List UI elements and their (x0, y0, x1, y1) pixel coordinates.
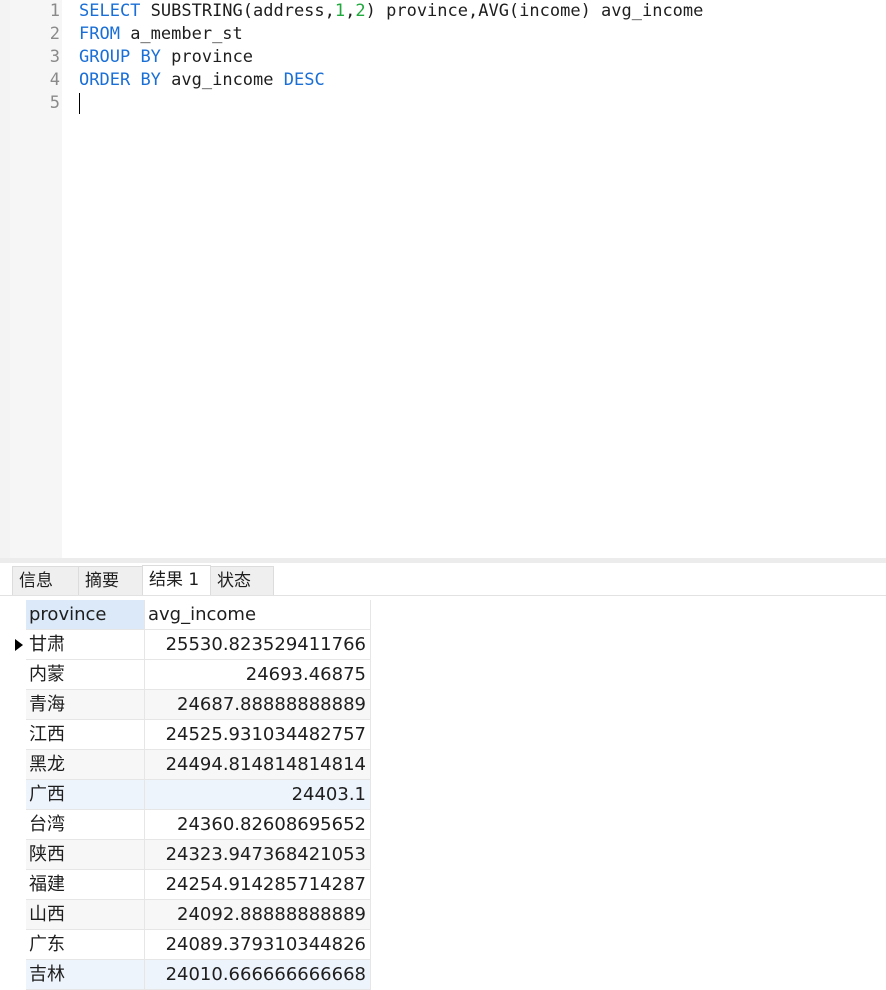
keyword: BY (140, 70, 161, 90)
line-number: 4 (49, 70, 60, 90)
cell-avg-income[interactable]: 24092.88888888889 (145, 900, 371, 930)
cell-avg-income[interactable]: 24693.46875 (145, 660, 371, 690)
cell-province[interactable]: 江西 (26, 720, 145, 750)
cell-province[interactable]: 台湾 (26, 810, 145, 840)
cell-avg-income[interactable]: 24360.82608695652 (145, 810, 371, 840)
table-row[interactable]: 青海 24687.88888888889 (10, 690, 371, 720)
column-header-avg-income[interactable]: avg_income (145, 600, 371, 630)
row-indicator (10, 630, 26, 660)
table-row[interactable]: 广东 24089.379310344826 (10, 930, 371, 960)
code-text: , (345, 1, 356, 21)
table-row[interactable]: 吉林 24010.666666666668 (10, 960, 371, 990)
cell-avg-income[interactable]: 24403.1 (145, 780, 371, 810)
cell-province[interactable]: 内蒙 (26, 660, 145, 690)
code-line-3[interactable]: GROUP BY province (79, 46, 253, 69)
cell-avg-income[interactable]: 24494.814814814814 (145, 750, 371, 780)
tab-summary[interactable]: 摘要 (78, 566, 144, 595)
cell-province[interactable]: 青海 (26, 690, 145, 720)
result-tabbar: 信息 摘要 结果 1 状态 (0, 563, 886, 596)
table-row[interactable]: 内蒙 24693.46875 (10, 660, 371, 690)
cell-avg-income[interactable]: 25530.823529411766 (145, 630, 371, 660)
cell-province[interactable]: 甘肃 (26, 630, 145, 660)
line-number: 5 (49, 93, 60, 113)
keyword: SELECT (79, 1, 141, 21)
keyword: GROUP (79, 47, 131, 67)
cell-avg-income[interactable]: 24254.914285714287 (145, 870, 371, 900)
cell-avg-income[interactable]: 24089.379310344826 (145, 930, 371, 960)
keyword: DESC (283, 70, 325, 90)
keyword: FROM (79, 24, 120, 44)
sql-editor[interactable]: 1 2 3 4 5 SELECT SUBSTRING(address,1,2) … (0, 0, 886, 558)
tab-info[interactable]: 信息 (12, 566, 80, 595)
cell-province[interactable]: 黑龙 (26, 750, 145, 780)
tab-result-1[interactable]: 结果 1 (142, 565, 211, 595)
line-number: 1 (49, 1, 60, 21)
table-row[interactable]: 山西 24092.88888888889 (10, 900, 371, 930)
table-row[interactable]: 甘肃 25530.823529411766 (10, 630, 371, 660)
cell-province[interactable]: 吉林 (26, 960, 145, 990)
cell-province[interactable]: 广西 (26, 780, 145, 810)
grid-header-row: province avg_income (10, 600, 371, 630)
code-line-4[interactable]: ORDER BY avg_income DESC (79, 69, 325, 92)
number-literal: 2 (355, 1, 366, 21)
number-literal: 1 (334, 1, 346, 21)
table-row[interactable]: 福建 24254.914285714287 (10, 870, 371, 900)
code-text: ) province,AVG(income) avg_income (365, 1, 704, 21)
code-line-1[interactable]: SELECT SUBSTRING(address,1,2) province,A… (79, 0, 703, 23)
cell-province[interactable]: 山西 (26, 900, 145, 930)
table-row[interactable]: 广西 24403.1 (10, 780, 371, 810)
table-row[interactable]: 黑龙 24494.814814814814 (10, 750, 371, 780)
cell-avg-income[interactable]: 24010.666666666668 (145, 960, 371, 990)
line-number: 3 (49, 47, 60, 67)
cell-avg-income[interactable]: 24323.947368421053 (145, 840, 371, 870)
column-header-province[interactable]: province (26, 600, 145, 630)
tab-status[interactable]: 状态 (210, 566, 274, 595)
code-text: avg_income (160, 70, 284, 90)
line-number: 2 (49, 24, 60, 44)
code-text: province (160, 47, 254, 67)
keyword: ORDER (79, 70, 131, 90)
table-row[interactable]: 江西 24525.931034482757 (10, 720, 371, 750)
current-row-arrow-icon (15, 639, 23, 651)
table-row[interactable]: 台湾 24360.82608695652 (10, 810, 371, 840)
cell-avg-income[interactable]: 24525.931034482757 (145, 720, 371, 750)
code-text: a_member_st (119, 24, 243, 44)
table-row[interactable]: 陕西 24323.947368421053 (10, 840, 371, 870)
cell-province[interactable]: 陕西 (26, 840, 145, 870)
code-text: SUBSTRING(address, (140, 1, 335, 21)
code-line-2[interactable]: FROM a_member_st (79, 23, 243, 46)
cell-province[interactable]: 广东 (26, 930, 145, 960)
cell-province[interactable]: 福建 (26, 870, 145, 900)
editor-left-margin (0, 0, 10, 558)
cell-avg-income[interactable]: 24687.88888888889 (145, 690, 371, 720)
keyword: BY (140, 47, 161, 67)
text-caret (79, 93, 80, 114)
